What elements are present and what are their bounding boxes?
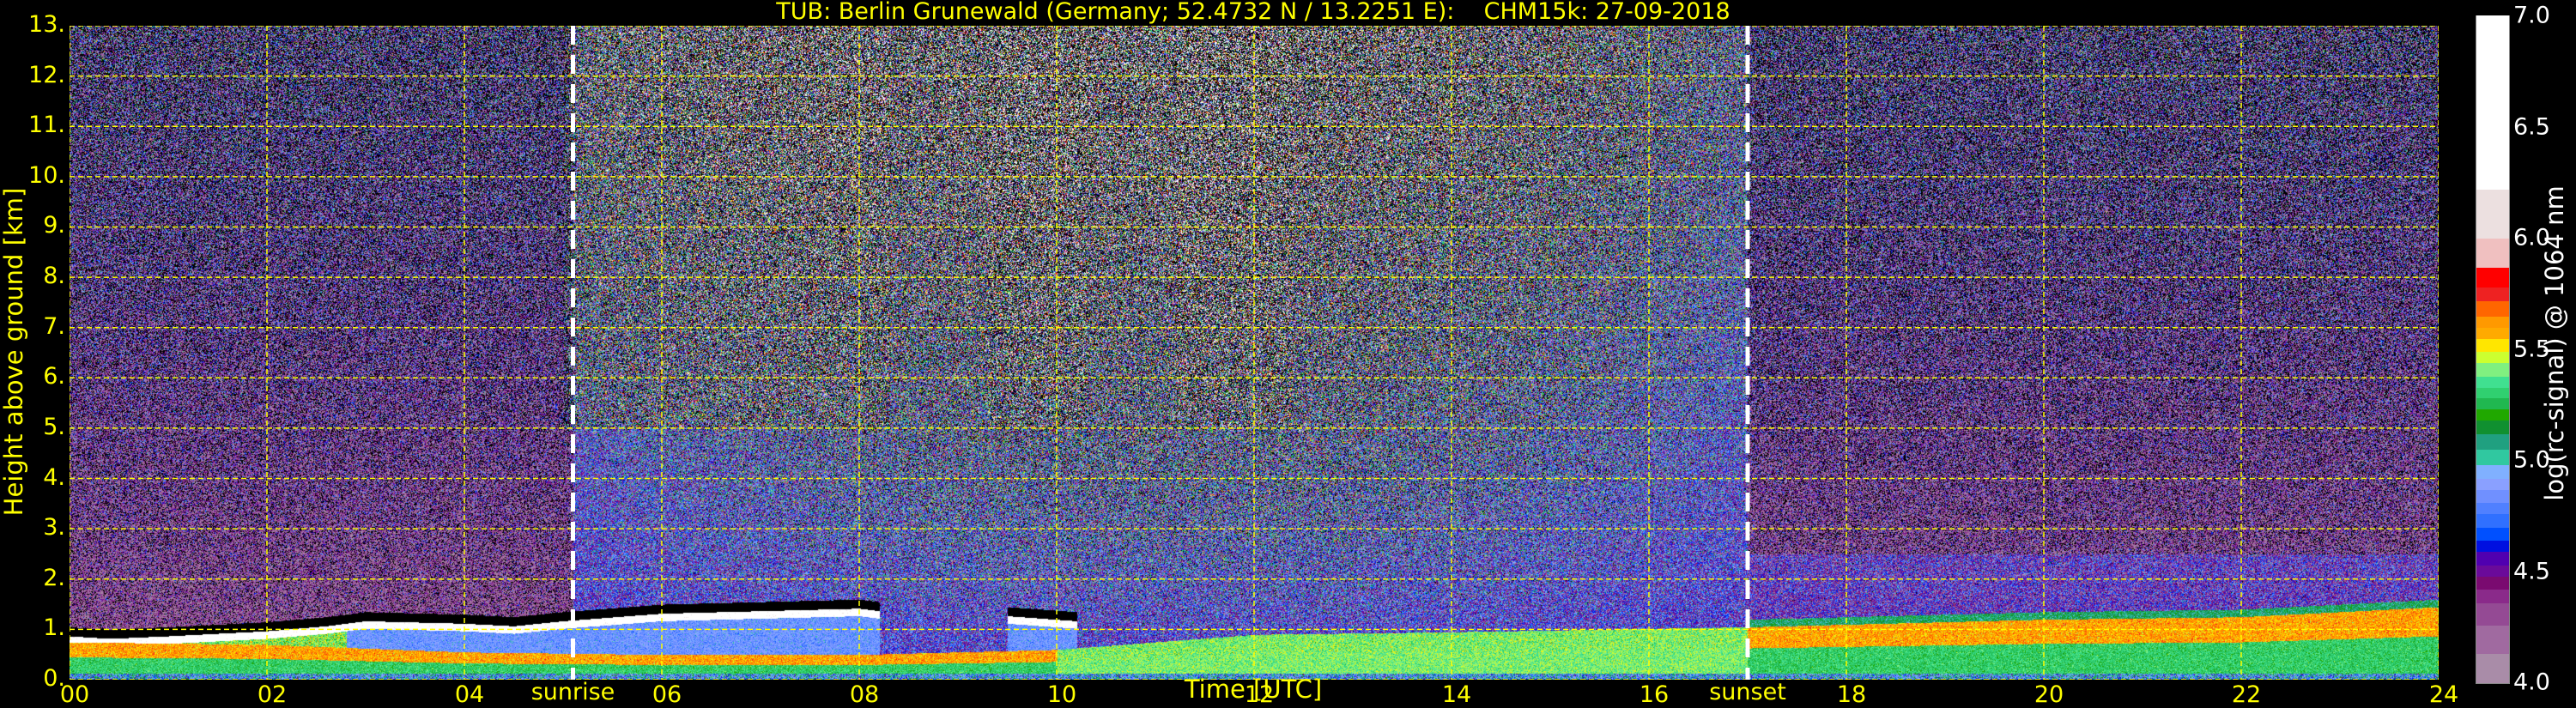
sunset-label: sunset <box>1709 679 1786 705</box>
x-tick-label: 24 <box>2428 681 2459 708</box>
colorbar-segment <box>2476 653 2509 683</box>
plot-area <box>70 26 2439 680</box>
colorbar-segment <box>2476 464 2509 479</box>
colorbar-segment <box>2476 551 2509 566</box>
x-tick-label: 14 <box>1441 681 1472 708</box>
y-axis-title: Height above ground [km] <box>0 187 28 517</box>
y-tick-label: 11. <box>28 112 65 139</box>
y-tick-label: 12. <box>28 61 65 88</box>
x-tick-label: 00 <box>59 681 90 708</box>
x-tick-label: 20 <box>2034 681 2064 708</box>
colorbar-title: log(rc-signal) @ 1064 nm <box>2540 185 2569 501</box>
x-tick-label: 16 <box>1639 681 1670 708</box>
colorbar-segment <box>2476 386 2509 399</box>
colorbar-segment <box>2476 589 2509 603</box>
colorbar-segment <box>2476 564 2509 577</box>
colorbar-segment <box>2476 477 2509 490</box>
colorbar-segment <box>2476 351 2509 364</box>
x-tick-label: 08 <box>849 681 880 708</box>
x-tick-label: 02 <box>257 681 288 708</box>
y-tick-label: 10. <box>28 161 65 189</box>
x-axis-title: Time [UTC] <box>1184 675 1323 704</box>
y-tick-label: 2. <box>43 564 65 591</box>
colorbar-segment <box>2476 326 2509 339</box>
colorbar-segment <box>2476 540 2509 553</box>
colorbar-segment <box>2476 575 2509 590</box>
x-tick-label: 18 <box>1836 681 1867 708</box>
colorbar-segment <box>2476 362 2509 377</box>
colorbar-tick-label: 6.5 <box>2513 113 2550 140</box>
colorbar-segment <box>2476 300 2509 317</box>
y-tick-label: 0. <box>43 665 65 692</box>
colorbar-segment <box>2476 602 2509 626</box>
y-tick-label: 3. <box>43 514 65 542</box>
colorbar-segment <box>2476 408 2509 421</box>
colorbar-segment <box>2476 433 2509 451</box>
sunrise-label: sunrise <box>530 679 615 705</box>
colorbar-segment <box>2476 513 2509 528</box>
colorbar-segment <box>2476 488 2509 504</box>
colorbar-tick-label: 4.5 <box>2513 558 2550 584</box>
colorbar-segment <box>2476 15 2509 191</box>
colorbar-segment <box>2476 375 2509 388</box>
colorbar-segment <box>2476 502 2509 515</box>
colorbar-segment <box>2476 287 2509 301</box>
x-tick-label: 10 <box>1046 681 1077 708</box>
colorbar-segment <box>2476 420 2509 434</box>
colorbar <box>2476 15 2510 684</box>
colorbar-segment <box>2476 238 2509 268</box>
colorbar-segment <box>2476 266 2509 287</box>
x-tick-label: 22 <box>2231 681 2262 708</box>
x-tick-label: 06 <box>652 681 682 708</box>
y-tick-label: 1. <box>43 614 65 642</box>
colorbar-segment <box>2476 189 2509 239</box>
colorbar-segment <box>2476 337 2509 353</box>
x-tick-label: 04 <box>454 681 485 708</box>
colorbar-segment <box>2476 526 2509 542</box>
colorbar-segment <box>2476 397 2509 410</box>
colorbar-segment <box>2476 624 2509 655</box>
colorbar-segment <box>2476 449 2509 466</box>
chart-title: TUB: Berlin Grunewald (Germany; 52.4732 … <box>776 0 1730 25</box>
colorbar-segment <box>2476 315 2509 328</box>
y-tick-label: 13. <box>28 11 65 38</box>
colorbar-tick-label: 4.0 <box>2513 669 2550 696</box>
grid-overlay <box>70 26 2439 680</box>
colorbar-tick-label: 7.0 <box>2513 2 2550 29</box>
